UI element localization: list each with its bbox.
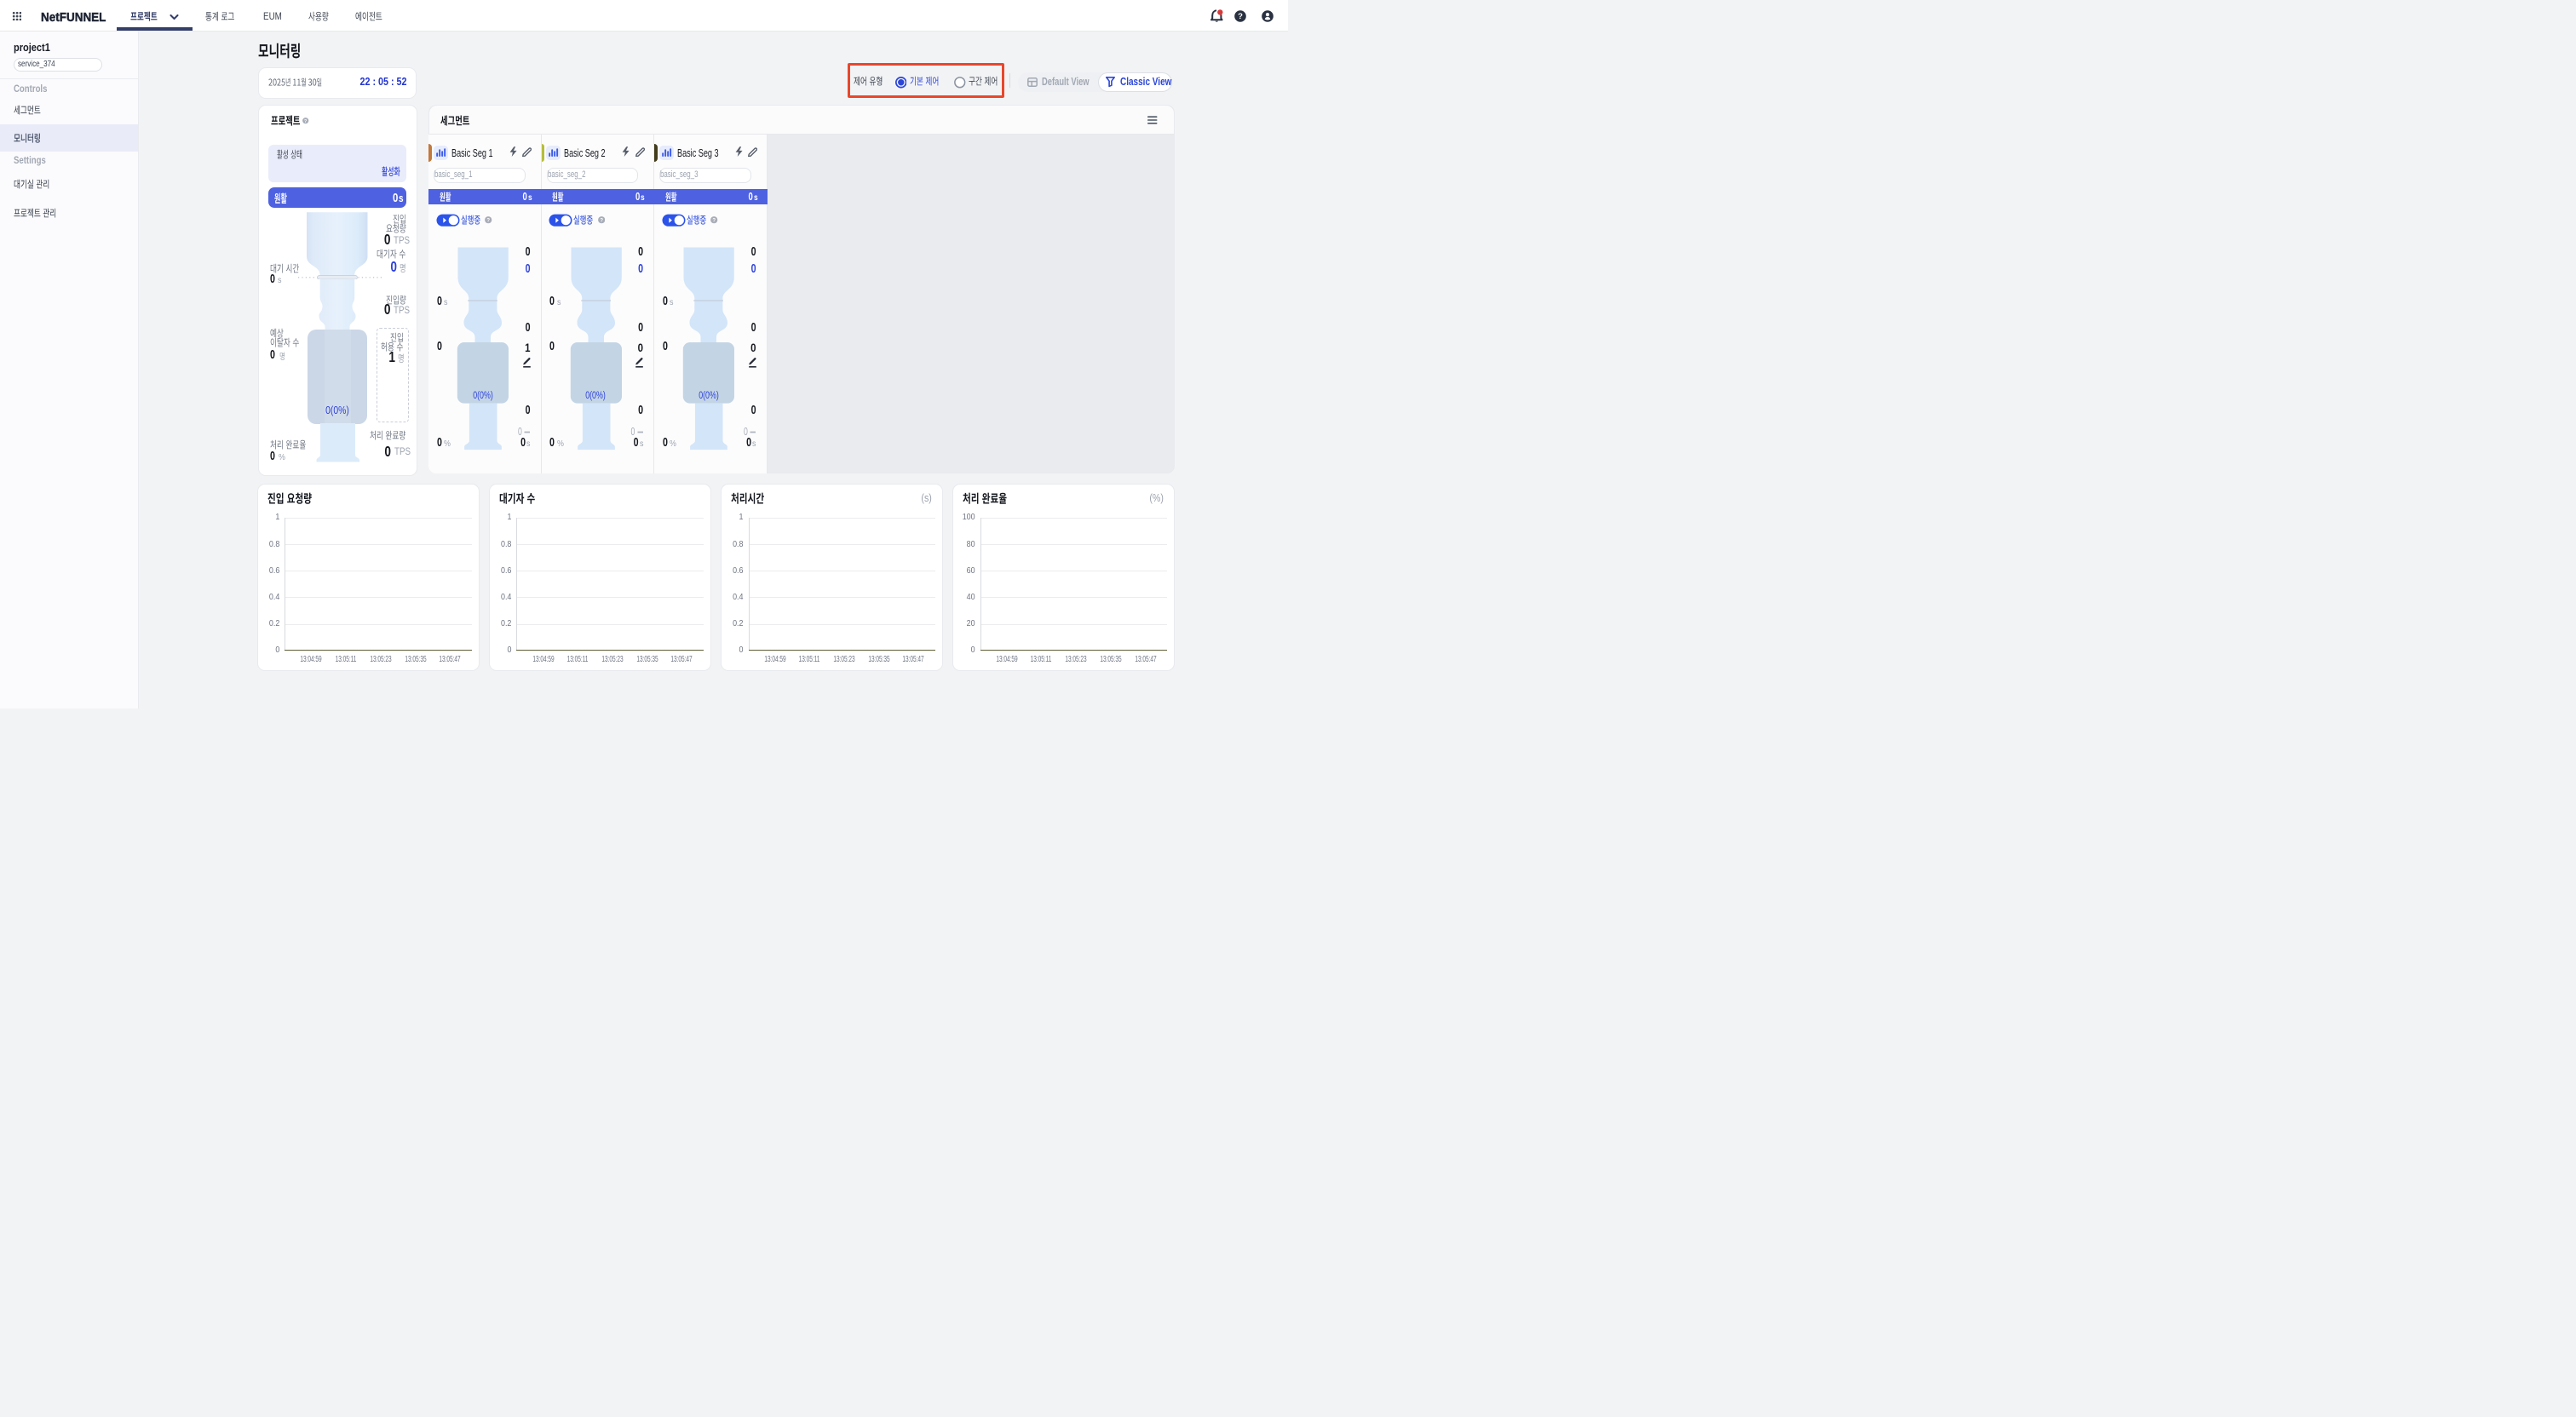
svg-text:?: ? xyxy=(600,219,603,224)
svg-text:?: ? xyxy=(304,119,307,123)
svg-text:?: ? xyxy=(713,219,716,224)
svg-text:?: ? xyxy=(1238,12,1243,21)
svg-text:?: ? xyxy=(487,219,491,224)
